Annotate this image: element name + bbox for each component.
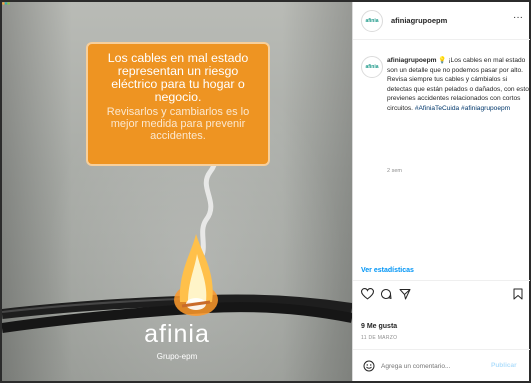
share-icon[interactable] (399, 288, 411, 300)
brand-dots-icon (2, 2, 10, 5)
comment-bar: Publicar (353, 349, 530, 381)
caption-avatar[interactable]: afinia (361, 56, 383, 78)
more-horizontal-icon[interactable]: ··· (513, 12, 523, 23)
avatar[interactable]: afinia (361, 10, 383, 32)
emoji-icon[interactable] (363, 360, 375, 372)
bookmark-icon[interactable] (513, 288, 523, 300)
caption-timestamp[interactable]: 2 sem (387, 168, 402, 174)
view-insights-link[interactable]: Ver estadísticas (361, 267, 414, 274)
comment-icon[interactable] (380, 288, 392, 300)
publish-button[interactable]: Publicar (491, 362, 517, 369)
heart-icon[interactable] (361, 288, 374, 300)
caption-text: afiniagrupoepm 💡 ¡Los cables en mal esta… (387, 56, 530, 114)
likes-count[interactable]: 9 Me gusta (361, 323, 397, 330)
callout-light-text: Revisarlos y cambiarlos es lo mejor medi… (106, 106, 250, 142)
post-details-panel: afinia afiniagrupoepm ··· afinia afiniag… (352, 2, 530, 381)
action-bar (353, 280, 530, 308)
post-header: afinia afiniagrupoepm ··· (353, 2, 530, 40)
post-image[interactable]: Los cables en mal estado representan un … (2, 2, 352, 381)
warning-callout: Los cables en mal estado representan un … (86, 42, 270, 166)
username-link[interactable]: afiniagrupoepm (391, 16, 447, 25)
brand-subtitle: Grupo-epm (156, 352, 198, 361)
callout-bold-text: Los cables en mal estado representan un … (107, 51, 249, 104)
caption-body: 💡 ¡Los cables en mal estado son un detal… (387, 57, 529, 112)
post-date: 11 DE MARZO (361, 335, 398, 341)
caption-hashtags[interactable]: #AfiniaTeCuida #afiniagrupoepm (415, 105, 510, 112)
comment-input[interactable] (381, 359, 481, 373)
brand-logo-text: afinia (144, 320, 210, 348)
caption-username[interactable]: afiniagrupoepm (387, 57, 436, 64)
